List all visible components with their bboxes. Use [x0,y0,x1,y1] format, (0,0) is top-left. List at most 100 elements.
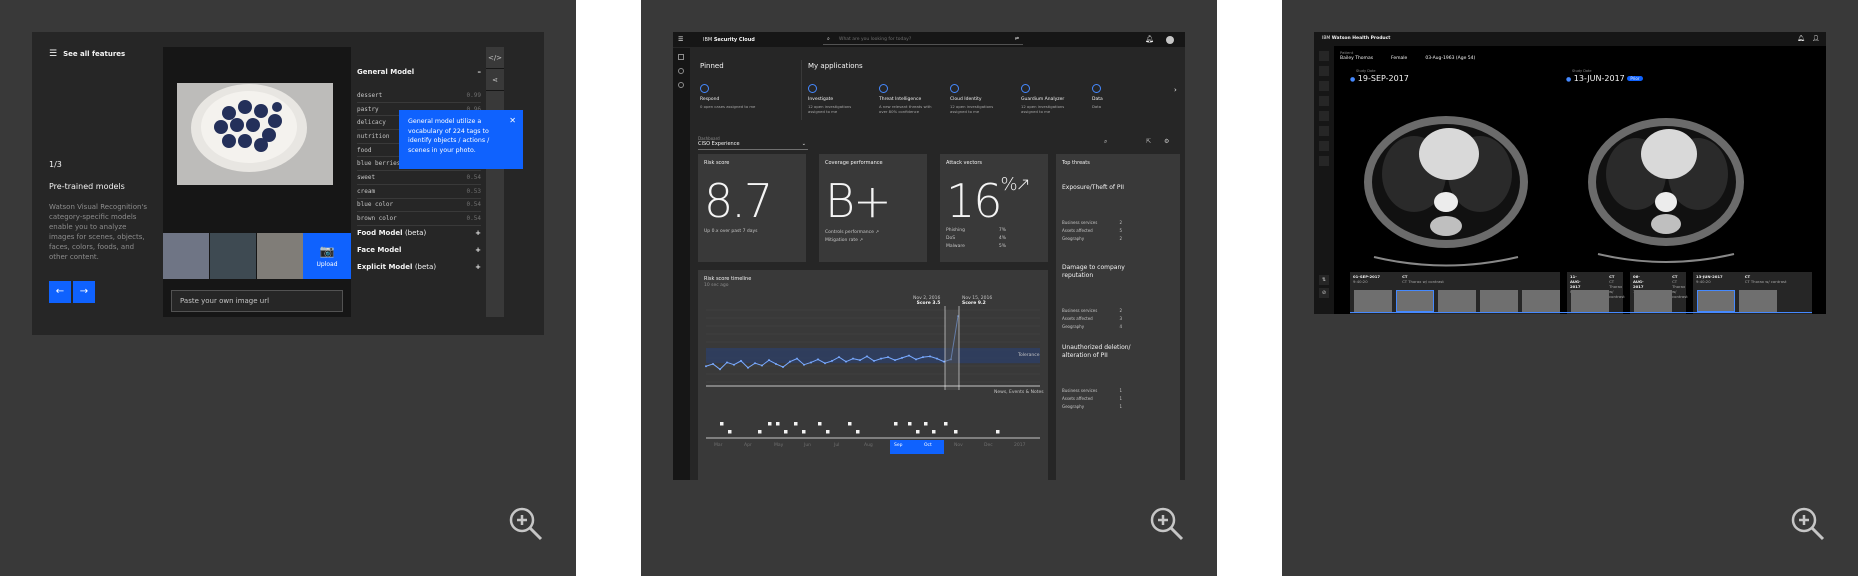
score-point [901,356,903,359]
event-marker [776,422,780,426]
event-marker [758,430,762,434]
app-tile[interactable]: Guardium Analyzer 12 open investigations … [1021,84,1081,114]
scan-thumbnail[interactable] [1697,290,1735,312]
pan-icon[interactable] [1319,51,1329,61]
face-model-header[interactable]: Face Model + [357,246,481,254]
scan-thumbnail[interactable] [1739,290,1777,312]
image-url-input[interactable]: Paste your own image url [171,290,343,312]
chevron-right-icon[interactable]: › [1174,86,1177,94]
user-icon[interactable]: 👤︎ [1812,35,1820,42]
score-point [894,359,896,362]
visual-recognition-screenshot: ☰ See all features 1/3 Pre-trained model… [32,32,544,335]
menu-icon[interactable]: ☰ [678,36,683,43]
respond-icon [700,84,709,93]
app-desc: 12 open investigations assigned to me [1021,104,1065,114]
thumbnail-texture[interactable] [257,233,304,279]
scan-thumbnail[interactable] [1522,290,1560,312]
month-label: Aug [864,443,873,448]
attack-row-value: 5% [998,244,1006,249]
event-marker [728,430,732,434]
food-model-label: Food Model [357,229,403,237]
marker1-label: Nov 2, 2016 Score 3.5 [913,296,940,306]
zoom-in-icon[interactable] [508,506,544,542]
dashboard-select[interactable]: CISO Experience ⌄ [698,141,808,150]
study-time: 9:40:20 [1353,279,1368,284]
zoom-in-icon[interactable] [1790,506,1826,542]
score-point [838,356,840,359]
scan-thumbnail[interactable] [1438,290,1476,312]
sidebar-home-icon[interactable] [678,54,684,60]
coverage-row: Controls performance ↗ [825,230,879,235]
scan-thumbnail[interactable] [1354,290,1392,312]
app-tile[interactable]: Cloud Identity 12 open investigations ass… [950,84,1010,114]
scan-thumbnail[interactable] [1396,290,1434,312]
study-strip[interactable]: 11-AUG-201709:10:18CTCT Thorax w/ contra… [1567,272,1625,314]
sort-icon[interactable]: ⇅ [1319,275,1329,285]
see-all-features-button[interactable]: ☰ See all features [49,49,125,59]
app-tile[interactable]: Data Data [1092,84,1152,109]
dessert-photo [177,83,333,185]
beta-label: (beta) [414,263,437,271]
explicit-model-header[interactable]: Explicit Model (beta) + [357,263,481,271]
notification-icon[interactable]: 🔔︎ [1145,35,1154,43]
scan-thumbnail[interactable] [1571,290,1609,312]
coverage-row-label: Controls performance [825,230,874,235]
thumbnail-people[interactable] [210,233,257,279]
window-icon[interactable] [1319,66,1329,76]
threat-row-value: 4 [1119,324,1122,329]
thumbnail-dessert[interactable] [163,233,210,279]
card-security-cloud: ☰ IBM Security Cloud ⌕ What are you look… [641,0,1217,576]
scan-thumbnail[interactable] [1480,290,1518,312]
filter-icon[interactable]: ⇌ [1015,36,1019,42]
settings-icon[interactable]: ⚙ [1164,138,1169,145]
attack-row-value: 4% [998,236,1006,241]
dashboard-value: CISO Experience [698,141,740,147]
app-tile[interactable]: Investigate 12 open investigations assign… [808,84,868,114]
expand-icon: + [475,229,481,237]
app-respond[interactable]: Respond 0 open cases assigned to me [700,84,760,109]
prev-button[interactable]: ← [49,281,71,303]
score-point [705,365,707,368]
score-point [747,366,749,369]
code-button[interactable]: </> [486,47,504,69]
study-strip[interactable]: 06-AUG-201710:03:18CTCT Thorax w/ contra… [1630,272,1688,314]
search-input[interactable]: ⌕ What are you looking for today? ⇌ [823,35,1023,45]
share-button[interactable]: ⋖ [486,69,504,91]
food-model-header[interactable]: Food Model (beta) + [357,229,481,237]
score-point [929,355,931,358]
user-avatar-icon[interactable] [1166,36,1174,44]
zoom-icon[interactable]: ⌕ [1104,138,1107,146]
study-strip[interactable]: 01-SEP-2017 9:40:20 CT CT Thorax w/ contras… [1350,272,1560,314]
threat-row-label: Geography [1062,236,1085,241]
zoom-in-icon[interactable] [1149,506,1185,542]
compare-icon[interactable]: ⊘ [1319,288,1329,298]
card-visual-recognition: ☰ See all features 1/3 Pre-trained model… [0,0,576,576]
notification-icon[interactable]: 🔔︎ [1797,35,1805,42]
search-placeholder: What are you looking for today? [839,37,912,42]
score-point [852,357,854,360]
close-icon[interactable]: ✕ [509,116,516,126]
sidebar-help-icon[interactable] [678,82,684,88]
threat-row: Assets affected 3 [1062,316,1122,324]
score-point [859,359,861,362]
event-marker [784,430,788,434]
attack-number: 16 [946,174,1003,228]
upload-button[interactable]: 📷 Upload [303,233,351,279]
app-name: Threat Intelligence [879,97,922,102]
ct-scan-right [1588,118,1744,263]
sidebar-settings-icon[interactable] [678,68,684,74]
general-model-header[interactable]: General Model – [357,68,481,76]
threat-row: Assets affected 5 [1062,228,1122,236]
study-mod-col: CT CT Thorax w/ contrast [1402,274,1444,284]
score-point [908,354,910,357]
threat-row-value: 1 [1119,388,1122,393]
tag-score: 0.54 [466,173,481,181]
score-point [810,361,812,364]
score-point [754,362,756,365]
study-strip[interactable]: 13-JUN-2017 9:40:20 CT CT Thorax w/ contras… [1693,272,1812,314]
timeline-track [1350,312,1812,313]
export-icon[interactable]: ⇱ [1146,138,1151,145]
app-tile[interactable]: Threat Intelligence A new relevant threat… [879,84,939,114]
scan-thumbnail[interactable] [1634,290,1672,312]
next-button[interactable]: → [73,281,95,303]
